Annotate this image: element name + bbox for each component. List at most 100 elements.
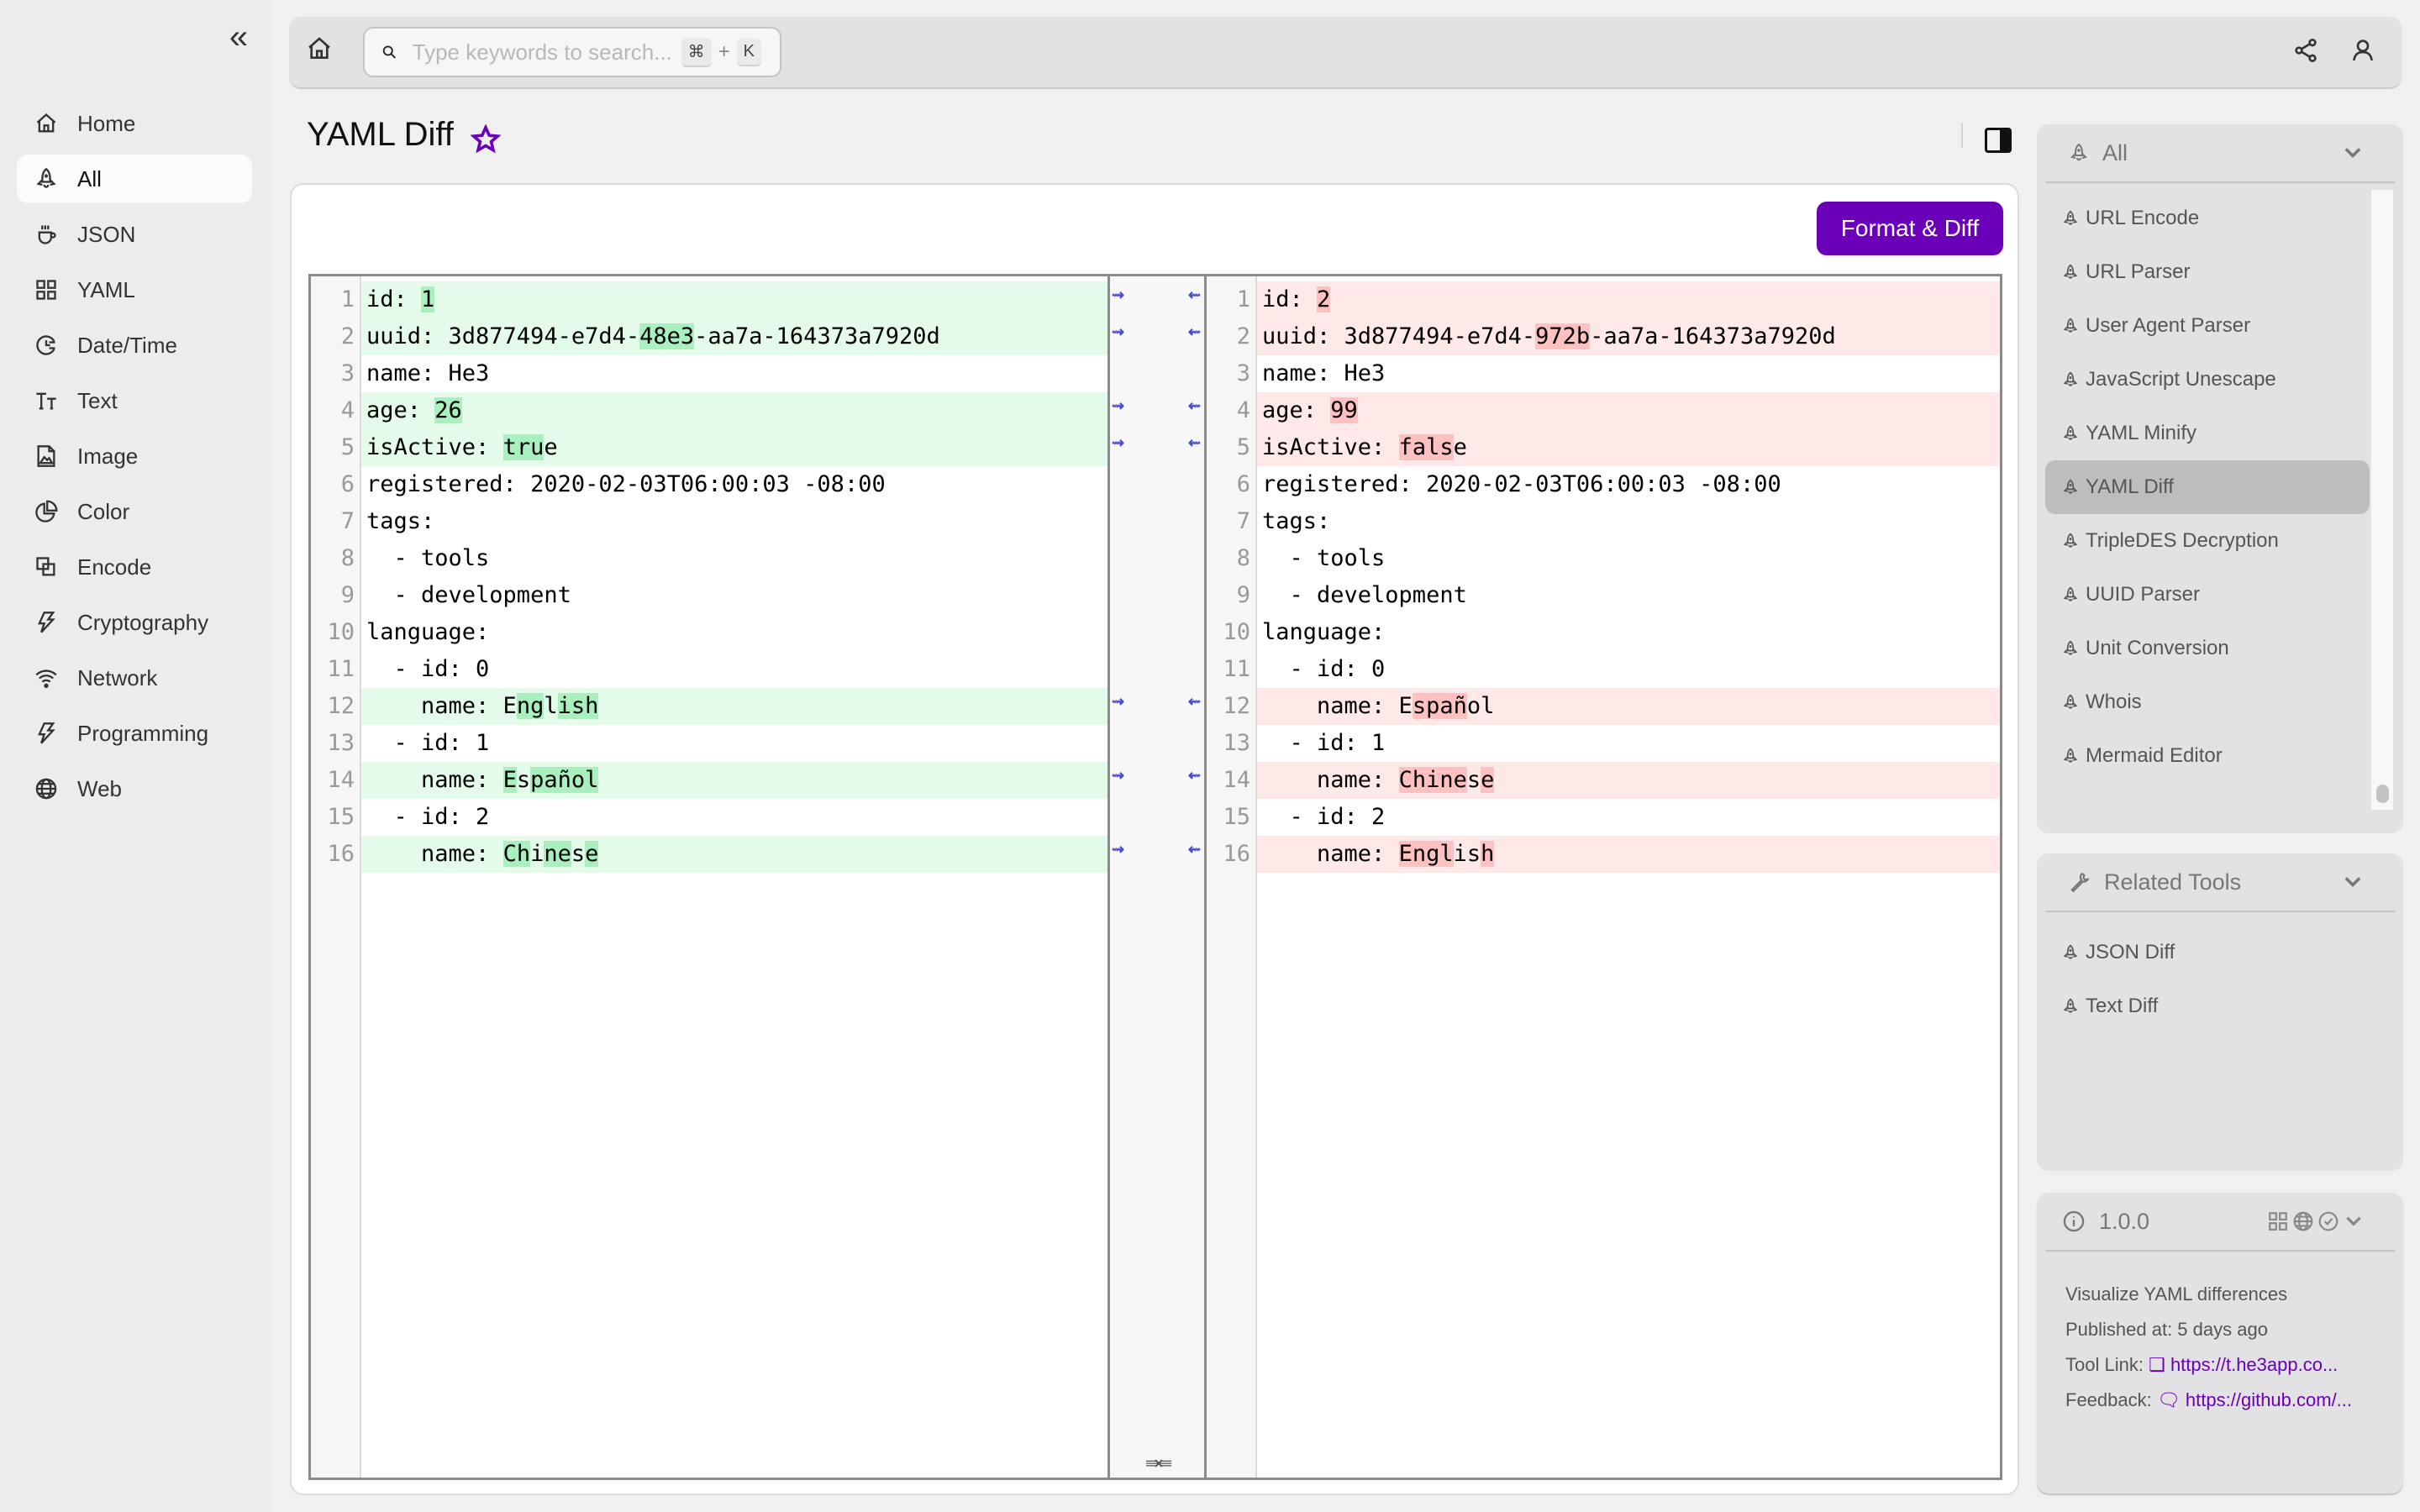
code-text: isActive: <box>1262 434 1399 460</box>
merge-left-arrow-icon[interactable]: ⇜ <box>1188 841 1201 858</box>
changed-code-line[interactable]: uuid: 3d877494-e7d4-972b-aa7a-164373a792… <box>1257 318 2000 355</box>
code-line[interactable]: registered: 2020-02-03T06:00:03 -08:00 <box>361 466 1107 503</box>
sidebar-item-network[interactable]: Network <box>17 654 252 702</box>
related-tools-header[interactable]: Related Tools <box>2045 853 2395 912</box>
merge-left-arrow-icon[interactable]: ⇜ <box>1188 767 1201 785</box>
sidebar-item-web[interactable]: Web <box>17 764 252 813</box>
changed-code-line[interactable]: name: English <box>1257 836 2000 873</box>
changed-code-line[interactable]: id: 1 <box>361 281 1107 318</box>
changed-text: fals <box>1398 434 1454 460</box>
sidebar-item-programming[interactable]: Programming <box>17 709 252 758</box>
tool-list-item[interactable]: Whois <box>2045 675 2370 729</box>
code-line[interactable]: - id: 2 <box>361 799 1107 836</box>
sidebar-item-json[interactable]: JSON <box>17 210 252 259</box>
sidebar-item-yaml[interactable]: YAML <box>17 265 252 314</box>
user-button[interactable] <box>2349 37 2380 67</box>
code-line[interactable]: name: He3 <box>361 355 1107 392</box>
changed-code-line[interactable]: isActive: true <box>361 429 1107 466</box>
tool-list-item[interactable]: Unit Conversion <box>2045 622 2370 675</box>
code-line[interactable]: language: <box>361 614 1107 651</box>
merge-right-arrow-icon[interactable]: ⇝ <box>1112 767 1124 785</box>
sidebar-item-all[interactable]: All <box>17 155 252 203</box>
changed-code-line[interactable]: name: Chinese <box>361 836 1107 873</box>
merge-left-arrow-icon[interactable]: ⇜ <box>1188 434 1201 452</box>
merge-right-arrow-icon[interactable]: ⇝ <box>1112 434 1124 452</box>
sidebar-item-cryptography[interactable]: Cryptography <box>17 598 252 647</box>
copy-icon[interactable]: ❑ <box>2149 1354 2165 1375</box>
tool-list-item[interactable]: YAML Diff <box>2045 460 2370 514</box>
code-line[interactable]: - id: 1 <box>361 725 1107 762</box>
tool-list-item[interactable]: User Agent Parser <box>2045 299 2370 353</box>
changed-code-line[interactable]: name: Español <box>361 762 1107 799</box>
share-button[interactable] <box>2292 37 2323 67</box>
rocket-icon <box>2063 748 2078 763</box>
changed-code-line[interactable]: name: Chinese <box>1257 762 2000 799</box>
tool-list-item[interactable]: UUID Parser <box>2045 568 2370 622</box>
merge-left-arrow-icon[interactable]: ⇜ <box>1188 693 1201 711</box>
code-line[interactable]: - id: 2 <box>1257 799 2000 836</box>
collapse-unchanged-button[interactable]: ⇛⇚ <box>1110 1452 1204 1474</box>
code-line[interactable]: tags: <box>361 503 1107 540</box>
merge-right-arrow-icon[interactable]: ⇝ <box>1112 286 1124 304</box>
code-line[interactable]: registered: 2020-02-03T06:00:03 -08:00 <box>1257 466 2000 503</box>
search-box[interactable]: ⌘ + K <box>363 27 781 77</box>
related-tool-item[interactable]: JSON Diff <box>2045 926 2370 979</box>
code-line[interactable]: language: <box>1257 614 2000 651</box>
collapse-sidebar-button[interactable]: « <box>224 20 254 54</box>
changed-code-line[interactable]: age: 99 <box>1257 392 2000 429</box>
category-dropdown[interactable]: All <box>2045 124 2395 183</box>
changed-code-line[interactable]: id: 2 <box>1257 281 2000 318</box>
sidebar-item-color[interactable]: Color <box>17 487 252 536</box>
tool-info-header[interactable]: 1.0.0 <box>2045 1193 2395 1252</box>
related-tool-item[interactable]: Text Diff <box>2045 979 2370 1033</box>
merge-right-arrow-icon[interactable]: ⇝ <box>1112 397 1124 415</box>
scrollbar-thumb[interactable] <box>2376 785 2389 803</box>
changed-code-line[interactable]: uuid: 3d877494-e7d4-48e3-aa7a-164373a792… <box>361 318 1107 355</box>
tool-list-item[interactable]: YAML Minify <box>2045 407 2370 460</box>
merge-left-arrow-icon[interactable]: ⇜ <box>1188 286 1201 304</box>
tool-link[interactable]: https://t.he3app.co... <box>2170 1354 2338 1375</box>
code-line[interactable]: tags: <box>1257 503 2000 540</box>
sidebar-item-encode[interactable]: Encode <box>17 543 252 591</box>
tool-list-item[interactable]: URL Parser <box>2045 245 2370 299</box>
merge-right-arrow-icon[interactable]: ⇝ <box>1112 323 1124 341</box>
merge-right-arrow-icon[interactable]: ⇝ <box>1112 841 1124 858</box>
code-line[interactable]: - development <box>1257 577 2000 614</box>
code-line[interactable]: - development <box>361 577 1107 614</box>
sidebar-item-image[interactable]: Image <box>17 432 252 480</box>
right-code[interactable]: id: 2 uuid: 3d877494-e7d4-972b-aa7a-16437… <box>1257 276 2000 1478</box>
left-code[interactable]: id: 1 uuid: 3d877494-e7d4-48e3-aa7a-16437… <box>361 276 1107 1478</box>
sidebar-item-text[interactable]: Text <box>17 376 252 425</box>
format-and-diff-button[interactable]: Format & Diff <box>1817 202 2003 255</box>
tool-list-item[interactable]: TripleDES Decryption <box>2045 514 2370 568</box>
changed-code-line[interactable]: name: English <box>361 688 1107 725</box>
merge-right-arrow-icon[interactable]: ⇝ <box>1112 693 1124 711</box>
merge-left-arrow-icon[interactable]: ⇜ <box>1188 397 1201 415</box>
merge-left-arrow-icon[interactable]: ⇜ <box>1188 323 1201 341</box>
code-line[interactable]: - id: 1 <box>1257 725 2000 762</box>
tool-list-item[interactable]: URL Encode <box>2045 192 2370 245</box>
code-line[interactable]: - id: 0 <box>1257 651 2000 688</box>
code-line[interactable]: - tools <box>361 540 1107 577</box>
tool-list-item[interactable]: JavaScript Unescape <box>2045 353 2370 407</box>
code-line[interactable]: - id: 0 <box>361 651 1107 688</box>
changed-code-line[interactable]: name: Español <box>1257 688 2000 725</box>
category-scrollbar[interactable] <box>2371 190 2393 810</box>
left-line-numbers: 1 2 3 4 5 6 7 8 9 10 11 12 13 14 15 16 <box>311 276 361 1478</box>
code-line[interactable]: - tools <box>1257 540 2000 577</box>
changed-code-line[interactable]: age: 26 <box>361 392 1107 429</box>
right-editor[interactable]: 1 2 3 4 5 6 7 8 9 10 11 12 13 14 15 16 id: 2 uuid: 3d877… <box>1207 276 2000 1478</box>
left-editor[interactable]: 1 2 3 4 5 6 7 8 9 10 11 12 13 14 15 16 id: 1 uuid: 3d877… <box>311 276 1107 1478</box>
tool-list-item[interactable]: Mermaid Editor <box>2045 729 2370 783</box>
changed-text: h <box>1481 841 1495 867</box>
favorite-button[interactable] <box>470 123 502 155</box>
home-button[interactable] <box>306 35 339 69</box>
search-input[interactable] <box>412 39 681 66</box>
feedback-link[interactable]: https://github.com/... <box>2186 1389 2352 1410</box>
home-icon <box>34 111 59 136</box>
sidebar-item-home[interactable]: Home <box>17 99 252 148</box>
changed-code-line[interactable]: isActive: false <box>1257 429 2000 466</box>
toggle-right-panel-button[interactable] <box>1985 128 2012 153</box>
sidebar-item-date-time[interactable]: Date/Time <box>17 321 252 370</box>
code-line[interactable]: name: He3 <box>1257 355 2000 392</box>
